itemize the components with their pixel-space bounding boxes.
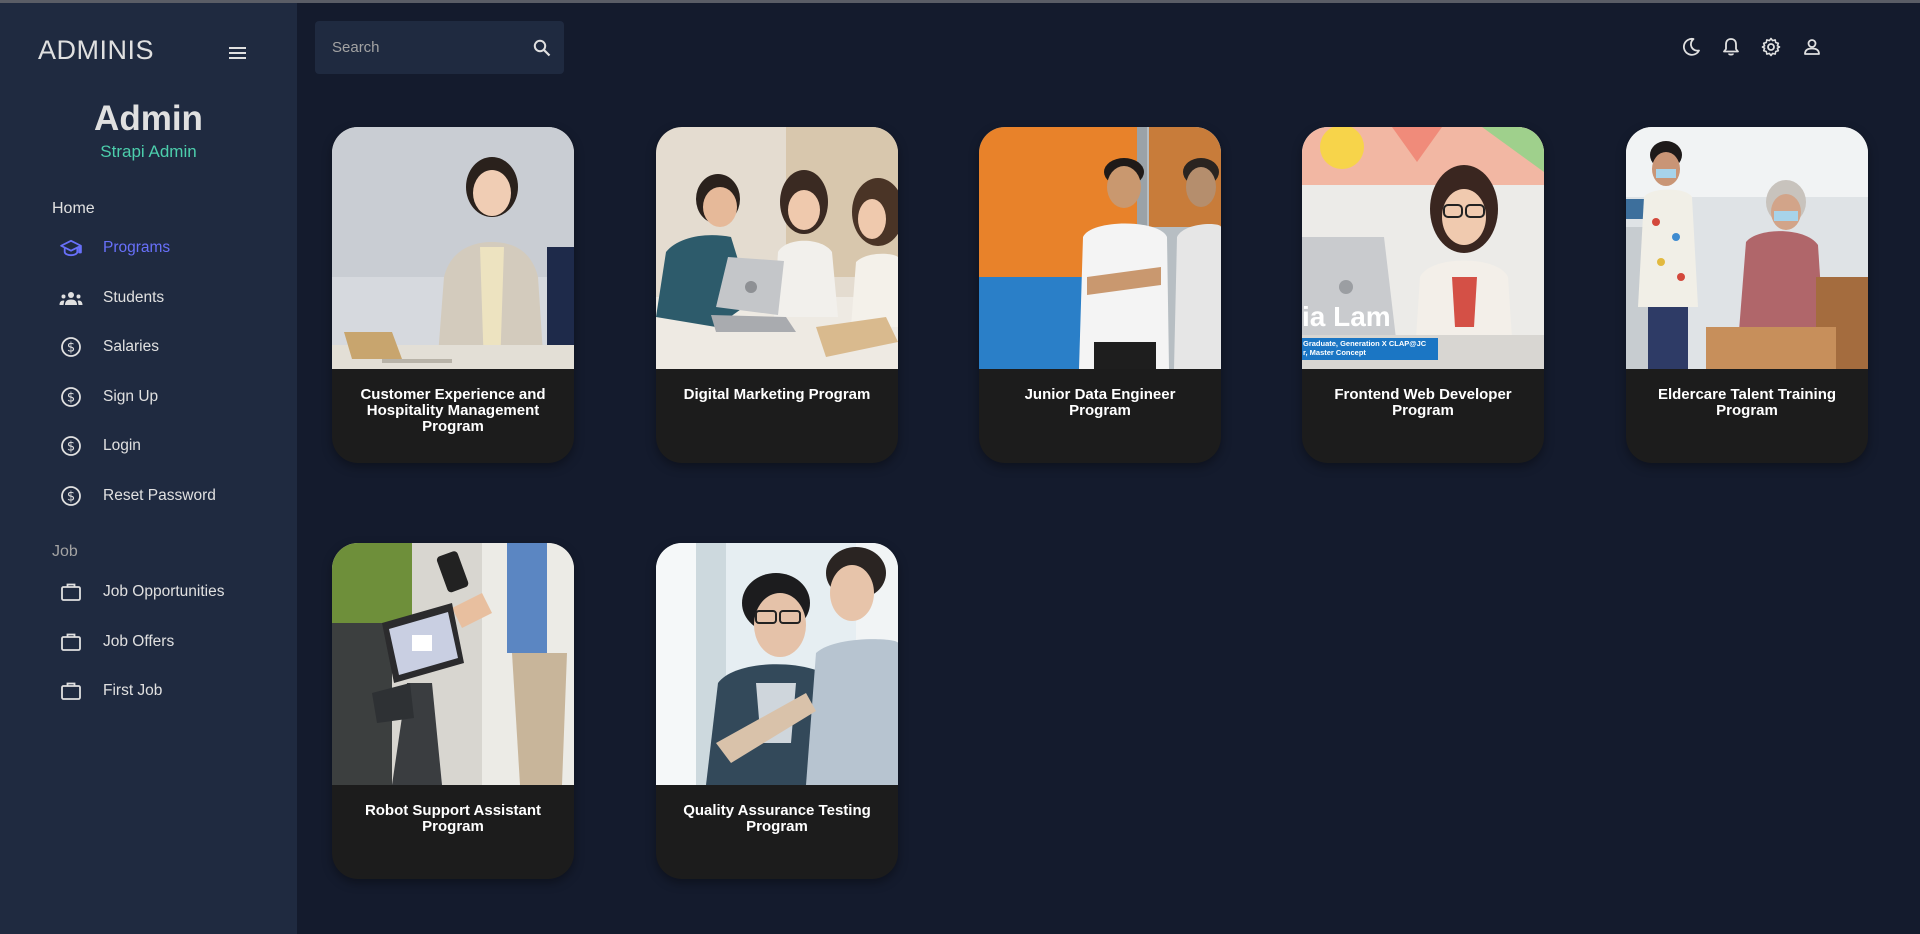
svg-text:$: $: [67, 440, 75, 455]
sidebar-item-label: Job Offers: [103, 633, 175, 650]
sidebar-item-job-opportunities[interactable]: Job Opportunities: [0, 572, 297, 612]
program-title: Customer Experience and Hospitality Mana…: [360, 386, 546, 435]
brand-logo: ADMINIS: [38, 35, 155, 65]
search-button[interactable]: [530, 36, 554, 60]
group-icon: [58, 285, 84, 311]
section-label-home: Home: [52, 200, 95, 217]
briefcase-icon: [58, 678, 84, 704]
sidebar-item-reset-password[interactable]: $ Reset Password: [0, 476, 297, 516]
sidebar-item-job-offers[interactable]: Job Offers: [0, 622, 297, 662]
search-bar: [315, 21, 564, 74]
program-title: Digital Marketing Program: [683, 386, 871, 403]
program-photo: [979, 127, 1221, 369]
sidebar-item-label: Students: [103, 289, 165, 306]
sidebar-item-programs[interactable]: Programs: [0, 228, 297, 268]
program-card[interactable]: Quality Assurance Testing Program: [656, 543, 898, 879]
program-card[interactable]: Customer Experience and Hospitality Mana…: [332, 127, 574, 463]
user-profile-button[interactable]: [1800, 35, 1824, 59]
program-title: Quality Assurance Testing Program: [683, 802, 871, 835]
dollar-icon: $: [58, 433, 84, 459]
photo-caption-banner: Graduate, Generation X CLAP@JC r, Master…: [1302, 338, 1438, 360]
program-title: Junior Data Engineer Program: [1024, 386, 1176, 419]
sidebar-item-label: Login: [103, 437, 141, 454]
sidebar-item-login[interactable]: $ Login: [0, 426, 297, 466]
svg-text:$: $: [67, 341, 75, 356]
program-photo: [1626, 127, 1868, 369]
notifications-icon: [1723, 38, 1739, 56]
dollar-icon: $: [58, 334, 84, 360]
program-card[interactable]: Junior Data Engineer Program: [979, 127, 1221, 463]
program-title: Eldercare Talent Training Program: [1657, 386, 1837, 419]
profile-role: Strapi Admin: [100, 142, 197, 161]
sidebar-item-label: Job Opportunities: [103, 583, 225, 600]
user-icon: [1804, 39, 1820, 55]
sidebar-item-sign-up[interactable]: $ Sign Up: [0, 377, 297, 417]
photo-caption-line: r, Master Concept: [1303, 348, 1366, 357]
svg-text:$: $: [67, 391, 75, 406]
sidebar-item-label: Programs: [103, 239, 171, 256]
program-card[interactable]: Eldercare Talent Training Program: [1626, 127, 1868, 463]
search-icon: [533, 39, 551, 57]
dark-mode-button[interactable]: [1679, 35, 1703, 59]
program-photo: [656, 127, 898, 369]
photo-caption-name: ia Lam: [1302, 303, 1391, 331]
program-title: Frontend Web Developer Program: [1334, 386, 1512, 419]
menu-toggle-button[interactable]: [226, 41, 250, 65]
program-photo: [332, 127, 574, 369]
sidebar: ADMINIS Admin Strapi Admin Home Programs…: [0, 3, 297, 934]
program-photo: [656, 543, 898, 785]
sidebar-item-first-job[interactable]: First Job: [0, 671, 297, 711]
dollar-icon: $: [58, 384, 84, 410]
svg-text:$: $: [67, 490, 75, 505]
sidebar-item-label: Reset Password: [103, 487, 216, 504]
sidebar-item-students[interactable]: Students: [0, 278, 297, 318]
graduation-cap-icon: [58, 235, 84, 261]
notifications-button[interactable]: [1719, 35, 1743, 59]
program-photo: [332, 543, 574, 785]
profile-name: Admin: [94, 99, 203, 138]
program-card[interactable]: Robot Support Assistant Program: [332, 543, 574, 879]
search-input[interactable]: [332, 39, 522, 56]
program-photo: ia Lam Graduate, Generation X CLAP@JC r,…: [1302, 127, 1544, 369]
section-label-job: Job: [52, 543, 78, 560]
program-card[interactable]: ia Lam Graduate, Generation X CLAP@JC r,…: [1302, 127, 1544, 463]
photo-caption-line: Graduate, Generation X CLAP@JC: [1303, 339, 1427, 348]
sidebar-item-label: First Job: [103, 682, 163, 699]
sidebar-item-label: Salaries: [103, 338, 159, 355]
dark-mode-icon: [1683, 37, 1700, 56]
program-title: Robot Support Assistant Program: [364, 802, 542, 835]
settings-button[interactable]: [1759, 35, 1783, 59]
sidebar-item-label: Sign Up: [103, 388, 159, 405]
settings-icon: [1761, 37, 1781, 57]
menu-icon: [229, 47, 246, 59]
sidebar-item-salaries[interactable]: $ Salaries: [0, 327, 297, 367]
briefcase-icon: [58, 579, 84, 605]
dollar-icon: $: [58, 483, 84, 509]
program-card[interactable]: Digital Marketing Program: [656, 127, 898, 463]
briefcase-icon: [58, 629, 84, 655]
